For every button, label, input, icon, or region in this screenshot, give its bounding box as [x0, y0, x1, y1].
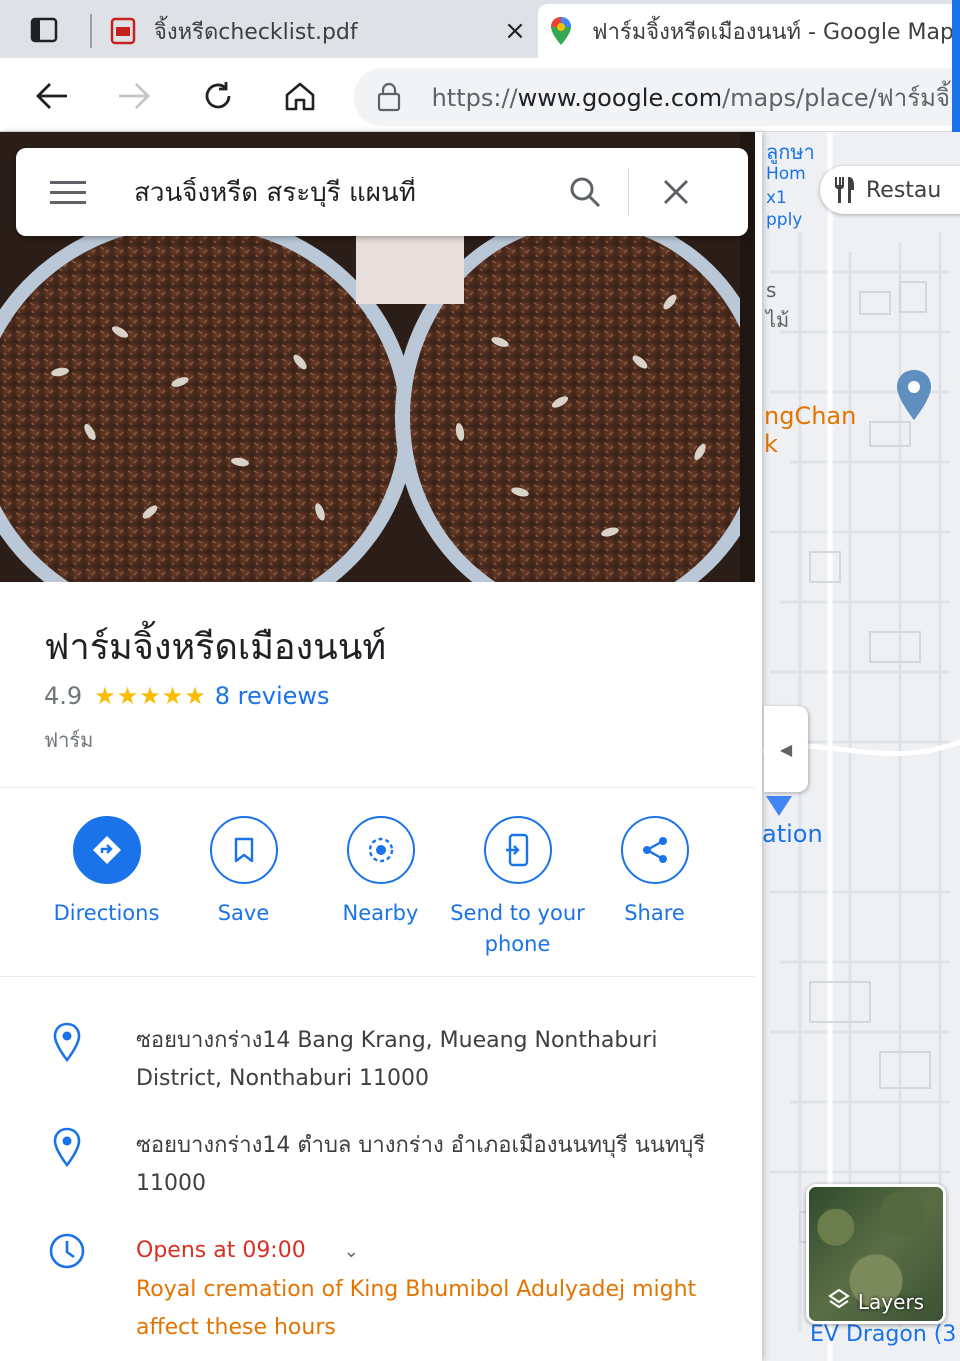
place-side-panel: ฟาร์มจิ้งหรีดเมืองนนท์ 4.9 ★★★★★ 8 revie…: [0, 132, 762, 1361]
tab-title: จิ้งหรีดchecklist.pdf: [154, 19, 358, 45]
divider: [0, 787, 755, 788]
address-bar: https://www.google.com/maps/place/ฟาร์มจ…: [0, 58, 960, 132]
pdf-icon: [108, 16, 138, 46]
map-label: x1: [766, 188, 787, 208]
map-label: ngChan: [764, 402, 857, 430]
address-row-en[interactable]: ซอยบางกร่าง14 Bang Krang, Mueang Nonthab…: [44, 1022, 716, 1098]
hours-status: Opens at 09:00: [136, 1238, 306, 1263]
menu-icon[interactable]: [50, 172, 90, 212]
address-text: ซอยบางกร่าง14 ตำบล บางกร่าง อำเภอเมืองนน…: [136, 1133, 706, 1196]
map-label: ation: [762, 820, 823, 848]
directions-icon: [72, 816, 141, 884]
reviews-link[interactable]: 8 reviews: [215, 682, 330, 710]
bookmark-icon: [209, 816, 278, 884]
browser-tab-bar: จิ้งหรีดchecklist.pdf × ฟาร์มจิ้งหรีดเมื…: [0, 0, 960, 58]
star-rating-icon: ★★★★★: [94, 682, 207, 710]
layers-label: Layers: [809, 1288, 943, 1315]
restaurants-filter-chip[interactable]: Restau: [820, 166, 960, 214]
directions-button[interactable]: Directions: [38, 816, 175, 960]
tab-separator: [90, 14, 92, 48]
map-label: s: [766, 278, 777, 302]
hours-row[interactable]: Opens at 09:00 ⌄ Royal cremation of King …: [44, 1232, 716, 1347]
layers-button[interactable]: Layers: [806, 1184, 946, 1324]
action-label: Directions: [53, 901, 160, 925]
save-button[interactable]: Save: [175, 816, 312, 960]
close-icon[interactable]: [651, 167, 701, 217]
action-buttons: Directions Save Nearby Send to your phon…: [38, 816, 738, 960]
search-input[interactable]: [134, 177, 554, 207]
forward-button[interactable]: [114, 76, 154, 116]
url-text: https://www.google.com/maps/place/ฟาร์มจ…: [431, 83, 960, 112]
clock-icon: [44, 1232, 90, 1347]
location-pin-icon: [44, 1127, 90, 1203]
map-label: ไม้: [766, 308, 790, 332]
chevron-down-icon[interactable]: ⌄: [344, 1241, 359, 1262]
refresh-icon[interactable]: [198, 76, 238, 116]
tab-title: ฟาร์มจิ้งหรีดเมืองนนท์ - Google Maps: [592, 19, 960, 45]
lock-icon: [376, 82, 404, 112]
divider: [0, 976, 755, 977]
fork-knife-icon: [832, 176, 856, 204]
rating-value: 4.9: [44, 682, 83, 710]
phone-icon: [483, 816, 552, 884]
map-label: pply: [766, 210, 803, 230]
google-maps-icon: [546, 16, 576, 46]
action-label: Save: [217, 901, 270, 925]
nearby-icon: [346, 816, 415, 884]
address-text: ซอยบางกร่าง14 Bang Krang, Mueang Nonthab…: [136, 1028, 658, 1091]
back-button[interactable]: [32, 76, 72, 116]
action-label: Share: [624, 901, 685, 925]
collapse-panel-button[interactable]: ◀: [764, 706, 808, 792]
address-row-th[interactable]: ซอยบางกร่าง14 ตำบล บางกร่าง อำเภอเมืองนน…: [44, 1127, 716, 1203]
share-icon: [620, 816, 689, 884]
tab-google-maps[interactable]: ฟาร์มจิ้งหรีดเมืองนนท์ - Google Maps: [538, 4, 960, 58]
caret-left-icon: ◀: [779, 739, 793, 759]
nearby-button[interactable]: Nearby: [312, 816, 449, 960]
hours-text: Opens at 09:00 ⌄ Royal cremation of King …: [136, 1232, 716, 1347]
tab-pdf[interactable]: จิ้งหรีดchecklist.pdf ×: [100, 4, 535, 58]
location-pin-icon: [44, 1022, 90, 1098]
action-label: Send to your phone: [450, 901, 585, 956]
place-category[interactable]: ฟาร์ม: [44, 724, 93, 756]
place-title: ฟาร์มจิ้งหรีดเมืองนนท์: [44, 627, 387, 668]
map-label: Hom: [766, 164, 806, 184]
search-divider: [628, 168, 629, 216]
rating-row: 4.9 ★★★★★ 8 reviews: [44, 682, 330, 710]
chip-label: Restau: [866, 177, 942, 203]
url-field[interactable]: https://www.google.com/maps/place/ฟาร์มจ…: [354, 68, 960, 126]
map-label: EV Dragon (3: [810, 1322, 957, 1347]
home-icon[interactable]: [280, 76, 320, 116]
hours-warning: Royal cremation of King Bhumibol Adulyad…: [136, 1277, 697, 1340]
location-arrow-icon: [764, 792, 794, 822]
tab-actions-icon[interactable]: [28, 14, 60, 46]
share-button[interactable]: Share: [586, 816, 723, 960]
send-to-phone-button[interactable]: Send to your phone: [449, 816, 586, 960]
layers-icon: [828, 1288, 850, 1315]
close-tab-icon[interactable]: ×: [495, 16, 535, 46]
action-label: Nearby: [342, 901, 419, 925]
map-label: k: [764, 430, 778, 458]
place-pin-icon[interactable]: [894, 368, 934, 426]
search-icon[interactable]: [560, 167, 610, 217]
search-box: [16, 148, 748, 236]
